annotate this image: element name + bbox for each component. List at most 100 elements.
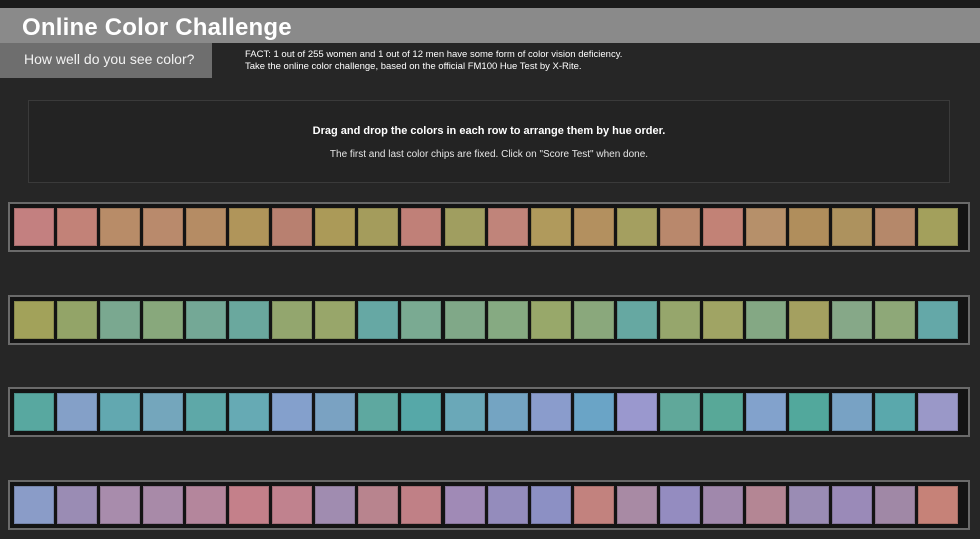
color-chip[interactable] [143, 393, 184, 431]
color-chip[interactable] [831, 301, 872, 339]
color-chip[interactable] [100, 393, 141, 431]
color-chip[interactable] [702, 486, 743, 524]
color-chip[interactable] [401, 393, 442, 431]
color-chip[interactable] [57, 486, 98, 524]
color-chip[interactable] [875, 393, 915, 431]
color-chip[interactable] [358, 208, 399, 246]
color-chip[interactable] [788, 486, 829, 524]
color-chip[interactable] [530, 486, 571, 524]
color-chip[interactable] [702, 393, 743, 431]
instructions-detail: The first and last color chips are fixed… [329, 149, 649, 160]
color-chip[interactable] [186, 486, 227, 524]
color-chip[interactable] [444, 301, 485, 339]
color-chip[interactable] [272, 301, 313, 339]
color-chip[interactable] [143, 208, 184, 246]
subtitle-tab: How well do you see color? [0, 43, 212, 78]
color-chip[interactable] [875, 301, 915, 339]
color-chip[interactable] [186, 301, 227, 339]
color-chip[interactable] [831, 486, 872, 524]
instructions-heading: Drag and drop the colors in each row to … [312, 125, 666, 137]
color-chip[interactable] [143, 486, 184, 524]
color-chip[interactable] [229, 486, 270, 524]
color-chip[interactable] [745, 486, 786, 524]
color-chip[interactable] [616, 208, 657, 246]
color-chip[interactable] [487, 486, 528, 524]
color-chip[interactable] [702, 301, 743, 339]
color-chip[interactable] [401, 486, 442, 524]
fixed-color-chip [918, 393, 959, 431]
page-title: Online Color Challenge [22, 14, 292, 41]
color-chip[interactable] [616, 486, 657, 524]
color-chip[interactable] [401, 301, 442, 339]
color-chip[interactable] [272, 393, 313, 431]
color-chip[interactable] [186, 393, 227, 431]
color-chip[interactable] [875, 208, 915, 246]
color-chip[interactable] [487, 393, 528, 431]
color-chip[interactable] [358, 301, 399, 339]
color-chip[interactable] [229, 393, 270, 431]
color-chip[interactable] [186, 208, 227, 246]
color-chip[interactable] [745, 301, 786, 339]
color-chip[interactable] [100, 208, 141, 246]
fixed-color-chip [14, 301, 54, 339]
hue-row-4 [8, 480, 970, 530]
color-chip[interactable] [788, 301, 829, 339]
fixed-color-chip [918, 208, 959, 246]
color-chip[interactable] [487, 208, 528, 246]
color-chip[interactable] [272, 208, 313, 246]
color-chip[interactable] [616, 393, 657, 431]
color-chip[interactable] [659, 393, 700, 431]
color-chip[interactable] [788, 208, 829, 246]
color-chip[interactable] [229, 301, 270, 339]
color-chip[interactable] [487, 301, 528, 339]
color-chip[interactable] [444, 393, 485, 431]
color-chip[interactable] [831, 393, 872, 431]
color-chip[interactable] [315, 486, 356, 524]
color-chip[interactable] [444, 486, 485, 524]
color-chip[interactable] [530, 301, 571, 339]
color-chip[interactable] [315, 393, 356, 431]
color-chip[interactable] [143, 301, 184, 339]
color-chip[interactable] [57, 301, 98, 339]
color-chip[interactable] [573, 208, 614, 246]
color-chip[interactable] [530, 393, 571, 431]
color-chip[interactable] [444, 208, 485, 246]
hue-row-3 [8, 387, 970, 437]
title-bar: Online Color Challenge [0, 8, 980, 43]
color-chip[interactable] [229, 208, 270, 246]
color-chip[interactable] [358, 393, 399, 431]
color-chip[interactable] [315, 301, 356, 339]
fixed-color-chip [14, 208, 54, 246]
color-chip[interactable] [573, 393, 614, 431]
color-chip[interactable] [875, 486, 915, 524]
color-chip[interactable] [401, 208, 442, 246]
color-chip[interactable] [831, 208, 872, 246]
color-chip[interactable] [358, 486, 399, 524]
color-chip[interactable] [659, 486, 700, 524]
color-chip[interactable] [573, 486, 614, 524]
fixed-color-chip [14, 393, 54, 431]
color-chip[interactable] [659, 208, 700, 246]
color-chip[interactable] [272, 486, 313, 524]
fixed-color-chip [918, 301, 959, 339]
color-chip[interactable] [702, 208, 743, 246]
color-chip[interactable] [616, 301, 657, 339]
color-chip[interactable] [788, 393, 829, 431]
window-top-strip [0, 0, 980, 8]
color-chip[interactable] [659, 301, 700, 339]
fixed-color-chip [14, 486, 54, 524]
color-chip[interactable] [100, 486, 141, 524]
fact-line-2: Take the online color challenge, based o… [245, 61, 582, 72]
color-chip[interactable] [57, 208, 98, 246]
color-chip[interactable] [573, 301, 614, 339]
color-chip[interactable] [745, 208, 786, 246]
color-chip[interactable] [315, 208, 356, 246]
color-chip[interactable] [100, 301, 141, 339]
color-chip[interactable] [745, 393, 786, 431]
fact-text: FACT: 1 out of 255 women and 1 out of 12… [245, 49, 622, 73]
instructions-panel: Drag and drop the colors in each row to … [28, 100, 950, 183]
hue-row-2 [8, 295, 970, 345]
color-chip[interactable] [530, 208, 571, 246]
fixed-color-chip [918, 486, 959, 524]
color-chip[interactable] [57, 393, 98, 431]
